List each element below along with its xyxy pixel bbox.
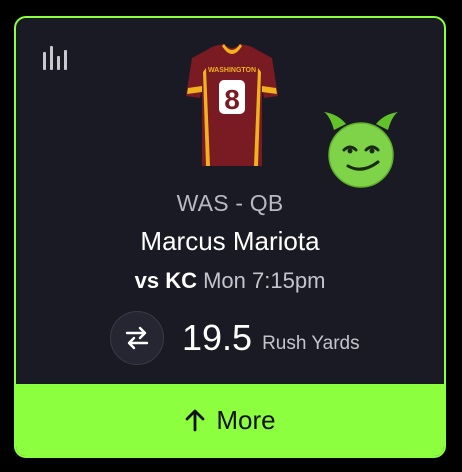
smiling-devil-emoji xyxy=(324,112,398,188)
swap-arrows-icon xyxy=(125,326,149,350)
team-position: WAS - QB xyxy=(176,190,284,216)
matchup-info: vs KC Mon 7:15pm xyxy=(16,268,444,294)
player-prop-card[interactable]: 8 WASHINGTON WAS - QB Marcus Mariota vs … xyxy=(14,16,446,458)
swap-button[interactable] xyxy=(110,311,164,365)
vs-label: vs xyxy=(134,268,160,293)
jersey-image: 8 WASHINGTON xyxy=(186,44,278,166)
game-time: Mon 7:15pm xyxy=(203,268,326,293)
jersey-number: 8 xyxy=(224,84,240,115)
stat-type: Rush Yards xyxy=(262,333,360,354)
arrow-up-icon xyxy=(185,409,205,432)
opponent-team: KC xyxy=(165,268,197,293)
more-button-label: More xyxy=(216,404,276,435)
prop-line-row: 19.5 Rush Yards xyxy=(110,310,360,366)
bar-chart-icon[interactable] xyxy=(42,46,68,70)
player-name: Marcus Mariota xyxy=(140,226,320,256)
line-value: 19.5 xyxy=(182,317,253,358)
jersey-team-text: WASHINGTON xyxy=(208,67,256,74)
more-button[interactable]: More xyxy=(16,384,444,456)
